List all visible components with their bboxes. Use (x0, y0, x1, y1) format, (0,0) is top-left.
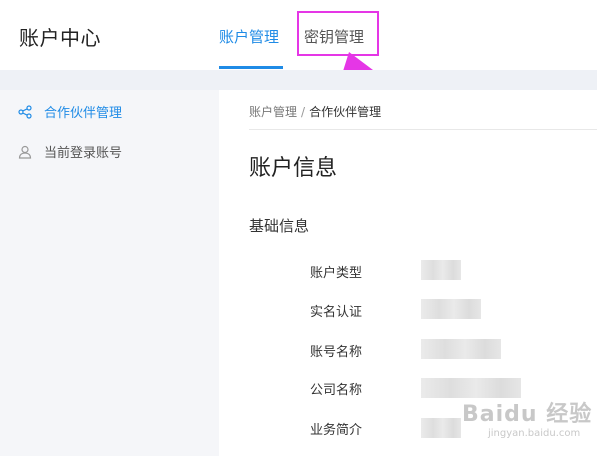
sidebar-item-partner-management[interactable]: 合作伙伴管理 (18, 102, 122, 121)
watermark-url: jingyan.baidu.com (488, 428, 581, 439)
field-label-account-name: 账号名称 (310, 345, 363, 360)
sidebar-item-label: 合作伙伴管理 (44, 106, 123, 121)
watermark-logo: Baidu 经验 (462, 402, 593, 427)
field-label-account-type: 账户类型 (310, 266, 363, 281)
breadcrumb: 账户管理 / 合作伙伴管理 (249, 103, 381, 120)
section-title: 基础信息 (249, 217, 310, 235)
breadcrumb-parent[interactable]: 账户管理 (249, 105, 297, 119)
header-divider (0, 70, 597, 90)
breadcrumb-divider (249, 129, 597, 130)
redacted-value (421, 299, 481, 319)
redacted-value (421, 260, 461, 280)
breadcrumb-current: 合作伙伴管理 (309, 105, 382, 119)
sidebar: 合作伙伴管理 当前登录账号 (0, 90, 219, 456)
field-label-business-intro: 业务简介 (310, 423, 363, 438)
tab-account-management[interactable]: 账户管理 (219, 26, 279, 47)
app-title: 账户中心 (19, 26, 101, 50)
redacted-value (421, 339, 501, 359)
field-label-company-name: 公司名称 (310, 383, 363, 398)
redacted-value (421, 418, 461, 438)
share-icon (18, 104, 32, 119)
sidebar-item-current-account[interactable]: 当前登录账号 (18, 142, 122, 161)
field-label-real-name: 实名认证 (310, 305, 363, 320)
top-navigation-bar: 账户中心 账户管理 密钥管理 (0, 0, 597, 70)
sidebar-item-label: 当前登录账号 (44, 146, 123, 161)
active-tab-indicator (219, 66, 283, 69)
redacted-value (421, 378, 521, 398)
breadcrumb-separator: / (301, 105, 306, 119)
page-title: 账户信息 (249, 156, 338, 181)
user-icon (18, 145, 32, 159)
